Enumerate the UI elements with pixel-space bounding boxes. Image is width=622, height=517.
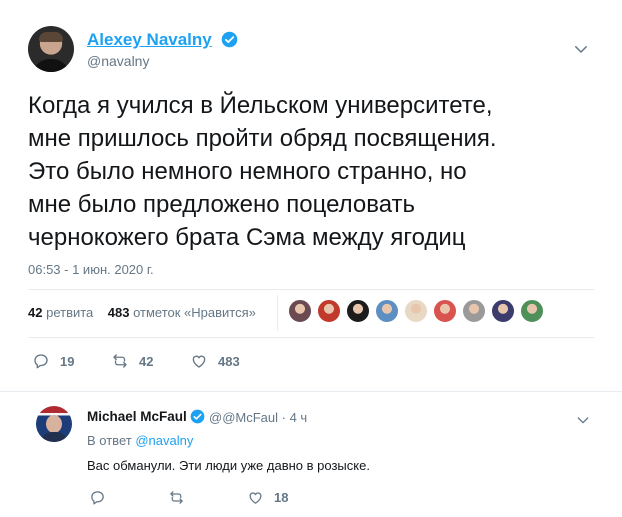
reply-to-label: В ответ xyxy=(87,433,132,448)
like-count: 18 xyxy=(274,490,289,505)
liker-avatar[interactable] xyxy=(462,299,486,323)
retweet-icon xyxy=(170,491,183,504)
tweet-timestamp[interactable]: 06:53 - 1 июн. 2020 г. xyxy=(28,262,154,277)
reply-to-mention[interactable]: @navalny xyxy=(135,433,193,448)
like-button[interactable]: 18 xyxy=(247,489,288,506)
liker-avatar[interactable] xyxy=(375,299,399,323)
reply-to-line: В ответ @navalny xyxy=(87,433,193,448)
chevron-down-icon[interactable] xyxy=(575,412,591,428)
chevron-down-icon[interactable] xyxy=(572,40,590,58)
tweet-stats: 42 ретвита 483 отметок «Нравится» xyxy=(28,305,256,320)
main-tweet: Alexey Navalny @navalny Когда я учился в… xyxy=(0,0,622,392)
tweet-text: Когда я учился в Йельском университете, … xyxy=(28,92,497,251)
retweet-button[interactable] xyxy=(168,489,195,506)
reply-icon xyxy=(91,491,104,505)
reply-author-name[interactable]: Michael McFaul xyxy=(87,409,187,424)
divider xyxy=(28,337,594,338)
like-button[interactable]: 483 xyxy=(190,352,240,370)
reply-author-avatar[interactable] xyxy=(36,406,72,442)
reply-tweet[interactable]: Michael McFaul @@McFaul · 4 ч В ответ @n… xyxy=(0,392,622,517)
retweets-label[interactable]: ретвита xyxy=(46,305,93,320)
retweet-icon xyxy=(113,354,127,368)
liker-avatar[interactable] xyxy=(288,299,312,323)
like-heart-icon xyxy=(192,355,206,368)
avatar-body xyxy=(32,59,70,72)
reply-count: 19 xyxy=(60,353,75,369)
verified-badge-icon xyxy=(221,31,238,48)
liker-avatar[interactable] xyxy=(404,299,428,323)
verified-badge-icon xyxy=(190,409,205,424)
like-heart-icon xyxy=(249,492,262,504)
liker-avatar[interactable] xyxy=(346,299,370,323)
reply-icon xyxy=(34,354,48,369)
avatar-face xyxy=(46,415,62,433)
liker-avatar[interactable] xyxy=(491,299,515,323)
stats-separator xyxy=(277,295,278,331)
author-avatar[interactable] xyxy=(28,26,74,72)
avatar-hair xyxy=(39,32,63,42)
reply-text: Вас обманули. Эти люди уже давно в розыс… xyxy=(87,458,370,473)
reply-author-meta[interactable]: @@McFaul · 4 ч xyxy=(209,410,307,425)
liker-avatar[interactable] xyxy=(433,299,457,323)
retweet-count: 42 xyxy=(139,353,154,369)
avatar-suit xyxy=(40,432,68,442)
liker-avatar[interactable] xyxy=(317,299,341,323)
retweet-button[interactable]: 42 xyxy=(111,352,153,370)
like-count: 483 xyxy=(218,353,240,369)
reply-button[interactable] xyxy=(89,489,116,506)
reply-button[interactable]: 19 xyxy=(32,352,74,370)
retweets-count[interactable]: 42 xyxy=(28,305,42,320)
likes-count[interactable]: 483 xyxy=(108,305,130,320)
author-name[interactable]: Alexey Navalny xyxy=(87,30,212,50)
liker-avatar[interactable] xyxy=(520,299,544,323)
likes-label[interactable]: отметок «Нравится» xyxy=(133,305,256,320)
author-handle[interactable]: @navalny xyxy=(87,53,149,69)
divider xyxy=(28,289,594,290)
